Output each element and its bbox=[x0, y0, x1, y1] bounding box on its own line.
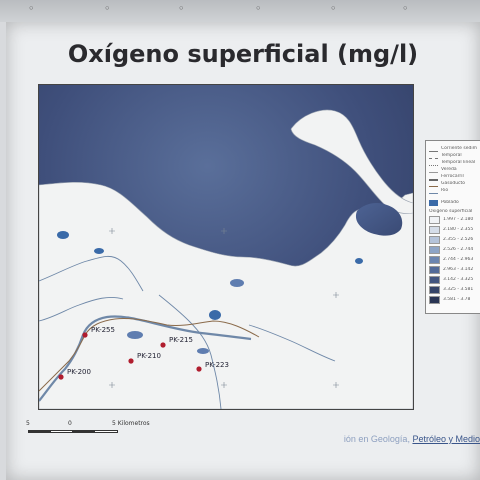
legend-ramp-label: 3.581 - 3.78 bbox=[443, 297, 471, 302]
legend-ramp-label: 3.325 - 3.581 bbox=[443, 287, 474, 292]
station-label-pk-255: PK-255 bbox=[91, 326, 115, 334]
color-swatch-icon bbox=[429, 265, 440, 274]
legend-ramp-label: 1.997 - 2.180 bbox=[443, 217, 474, 222]
scale-bar: 5 0 5 Kilometros bbox=[26, 420, 150, 438]
legend-item: Rio bbox=[429, 187, 480, 194]
legend-item: Temporal bbox=[429, 152, 480, 159]
station-label-pk-215: PK-215 bbox=[169, 336, 193, 344]
ring-icon: ◦ bbox=[330, 2, 337, 15]
legend-ramp-label: 2.963 - 3.142 bbox=[443, 267, 474, 272]
station-label-pk-210: PK-210 bbox=[137, 352, 161, 360]
presentation-slide: Oxígeno superficial (mg/l) PK-255 PK-215… bbox=[6, 22, 480, 480]
area-swatch-icon bbox=[429, 199, 438, 206]
color-swatch-icon bbox=[429, 285, 440, 294]
footer-credit: ión en Geología, Petróleo y Medio bbox=[343, 434, 480, 444]
legend-ramp-row: 3.581 - 3.78 bbox=[429, 295, 480, 304]
oxygen-map: PK-255 PK-215 PK-210 PK-200 PK-223 bbox=[38, 84, 414, 410]
scale-label: 5 bbox=[26, 420, 30, 427]
slide-title: Oxígeno superficial (mg/l) bbox=[67, 40, 419, 68]
line-swatch-icon bbox=[429, 152, 438, 159]
station-marker-pk-200[interactable] bbox=[58, 374, 64, 380]
line-swatch-icon bbox=[429, 180, 438, 187]
legend-ramp-label: 2.526 - 2.744 bbox=[443, 247, 474, 252]
color-swatch-icon bbox=[429, 215, 440, 224]
legend-ramp-row: 2.744 - 2.963 bbox=[429, 255, 480, 264]
legend-item: Temporal lineal bbox=[429, 159, 480, 166]
scale-label: 0 bbox=[68, 420, 72, 427]
legend-ramp-row: 2.180 - 2.355 bbox=[429, 225, 480, 234]
ring-icon: ◦ bbox=[28, 2, 35, 15]
legend-ramp-label: 2.180 - 2.355 bbox=[443, 227, 474, 232]
line-swatch-icon bbox=[429, 187, 438, 194]
lagoon bbox=[57, 231, 69, 239]
station-marker-pk-215[interactable] bbox=[160, 342, 166, 348]
lagoon bbox=[197, 348, 209, 354]
legend-ramp-row: 1.997 - 2.180 bbox=[429, 215, 480, 224]
legend-ramp-title: Oxigeno superficial bbox=[429, 209, 473, 214]
ring-icon: ◦ bbox=[402, 2, 409, 15]
ring-icon: ◦ bbox=[255, 2, 262, 15]
lagoon bbox=[94, 248, 104, 254]
legend-ramp-label: 2.355 - 2.526 bbox=[443, 237, 474, 242]
legend-ramp-row: 3.325 - 3.581 bbox=[429, 285, 480, 294]
line-swatch-icon bbox=[429, 159, 438, 166]
station-label-pk-223: PK-223 bbox=[205, 361, 229, 369]
top-strip: ◦ ◦ ◦ ◦ ◦ ◦ bbox=[0, 0, 480, 22]
color-swatch-icon bbox=[429, 235, 440, 244]
station-marker-pk-210[interactable] bbox=[128, 358, 134, 364]
color-swatch-icon bbox=[429, 295, 440, 304]
color-swatch-icon bbox=[429, 245, 440, 254]
lagoon bbox=[355, 258, 363, 264]
scale-segment bbox=[72, 430, 94, 433]
legend-item: Gasoducto bbox=[429, 180, 480, 187]
lagoon bbox=[209, 310, 221, 320]
station-marker-pk-223[interactable] bbox=[196, 366, 202, 372]
lagoon bbox=[230, 279, 244, 287]
color-swatch-icon bbox=[429, 255, 440, 264]
legend-ramp-row: 3.142 - 3.325 bbox=[429, 275, 480, 284]
station-label-pk-200: PK-200 bbox=[67, 368, 91, 376]
scale-segment bbox=[28, 430, 50, 433]
color-swatch-icon bbox=[429, 275, 440, 284]
legend-item: Ferrocarril bbox=[429, 173, 480, 181]
scale-segment bbox=[94, 430, 118, 433]
lagoon bbox=[127, 331, 143, 339]
ring-icon: ◦ bbox=[178, 2, 185, 15]
scale-segment bbox=[50, 430, 74, 433]
line-swatch-icon bbox=[429, 145, 438, 152]
legend-ramp-label: 3.142 - 3.325 bbox=[443, 277, 474, 282]
legend-ramp-row: 2.526 - 2.744 bbox=[429, 245, 480, 254]
scale-label: 5 Kilometros bbox=[112, 420, 150, 427]
ring-icon: ◦ bbox=[104, 2, 111, 15]
legend-ramp-row: 2.963 - 3.142 bbox=[429, 265, 480, 274]
legend-ramp-label: 2.744 - 2.963 bbox=[443, 257, 474, 262]
station-marker-pk-255[interactable] bbox=[82, 332, 88, 338]
legend-item: Corriente sedim bbox=[429, 145, 480, 152]
color-swatch-icon bbox=[429, 225, 440, 234]
legend-ramp-row: 2.355 - 2.526 bbox=[429, 235, 480, 244]
legend-item: Poblado bbox=[429, 199, 480, 206]
map-legend: Corriente sedim Temporal Temporal lineal… bbox=[425, 140, 480, 314]
